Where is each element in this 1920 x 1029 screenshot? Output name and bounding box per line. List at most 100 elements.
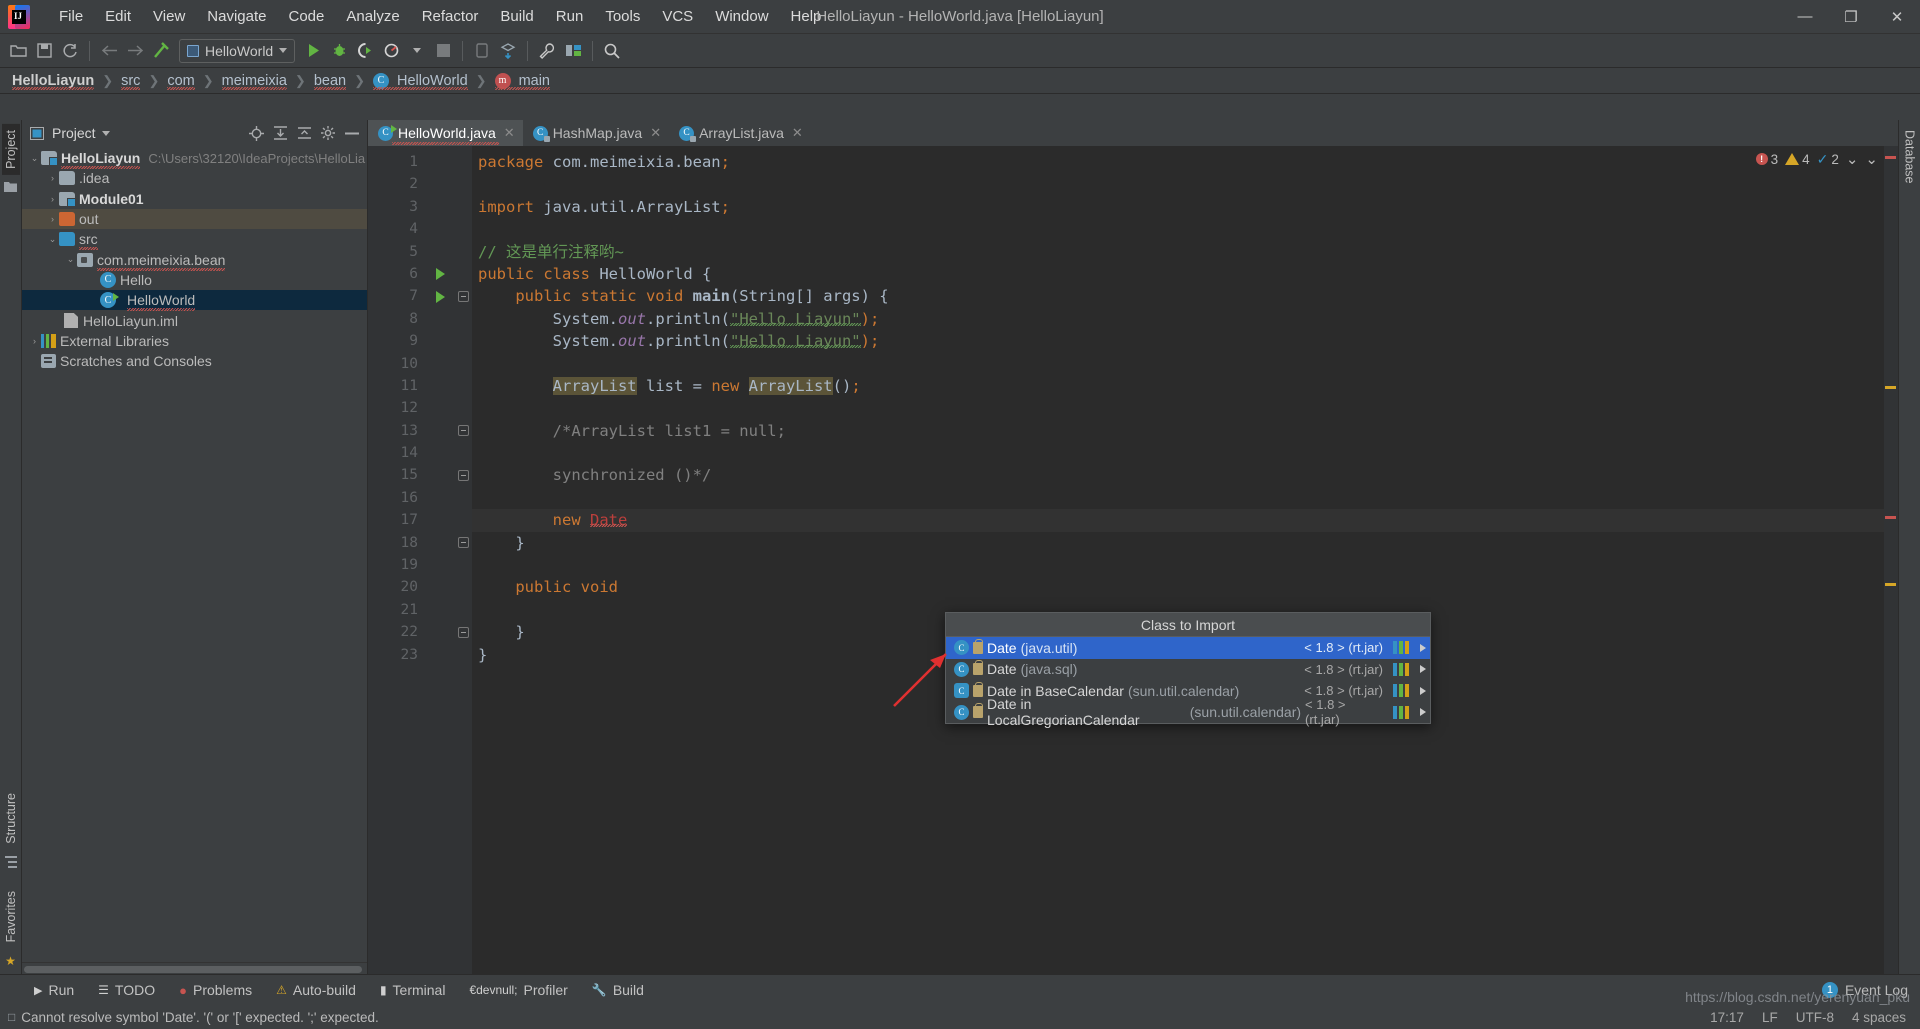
menu-file[interactable]: File — [48, 4, 94, 29]
editor-tab-arraylist[interactable]: C ArrayList.java ✕ — [669, 120, 811, 146]
profiler-icon[interactable] — [379, 39, 403, 63]
popup-row-date-localgregoriancalendar[interactable]: C Date in LocalGregorianCalendar (sun.ut… — [946, 696, 1430, 728]
stripe-mark-error[interactable] — [1885, 516, 1896, 519]
menu-analyze[interactable]: Analyze — [335, 4, 410, 29]
run-method-icon[interactable] — [435, 290, 445, 303]
menu-window[interactable]: Window — [704, 4, 779, 29]
bottom-tab-todo[interactable]: ☰ TODO — [86, 978, 167, 1002]
line-separator[interactable]: LF — [1762, 1010, 1778, 1025]
back-arrow-icon[interactable] — [97, 39, 121, 63]
warning-count-group[interactable]: 4 — [1785, 152, 1810, 167]
hide-panel-icon[interactable] — [343, 124, 361, 142]
bottom-tab-profiler[interactable]: €devnull; Profiler — [457, 978, 579, 1002]
tree-item-package[interactable]: ⌄ com.meimeixia.bean — [22, 249, 367, 271]
chevron-right-icon[interactable]: › — [46, 173, 59, 183]
search-everywhere-icon[interactable] — [600, 39, 624, 63]
close-icon[interactable]: ✕ — [504, 125, 515, 141]
code-editor[interactable]: 1 2 3 4 5 6 7 8 9 10 11 12 13 14 15 16 1 — [368, 146, 1898, 974]
chevron-right-icon[interactable]: › — [46, 194, 59, 204]
stop-icon[interactable] — [431, 39, 455, 63]
tool-tab-project[interactable]: Project — [1, 124, 20, 175]
tree-item-scratches[interactable]: Scratches and Consoles — [22, 351, 367, 371]
weak-warning-count-group[interactable]: ✓ 2 — [1817, 151, 1839, 168]
stripe-mark-warning[interactable] — [1885, 386, 1896, 389]
close-button[interactable]: ✕ — [1874, 0, 1920, 34]
fold-collapse-icon[interactable] — [457, 537, 469, 549]
run-class-icon[interactable] — [435, 268, 445, 281]
tool-tab-database[interactable]: Database — [1901, 124, 1919, 190]
tree-item-iml[interactable]: HelloLiayun.iml — [22, 310, 367, 330]
project-tree[interactable]: ⌄ HelloLiayun C:\Users\32120\IdeaProject… — [22, 146, 367, 962]
fold-collapse-icon[interactable] — [457, 470, 469, 482]
file-encoding[interactable]: UTF-8 — [1796, 1010, 1834, 1025]
chevron-down-icon[interactable]: ⌄ — [46, 234, 59, 245]
chevron-right-icon[interactable] — [1420, 686, 1426, 695]
save-icon[interactable] — [32, 39, 56, 63]
chevron-down-icon[interactable]: ⌄ — [28, 153, 41, 164]
stripe-mark-warning[interactable] — [1885, 156, 1896, 159]
tool-tab-favorites[interactable]: Favorites — [2, 885, 20, 948]
bottom-tab-auto-build[interactable]: ⚠ Auto-build — [264, 978, 368, 1002]
class-to-import-popup[interactable]: Class to Import C Date (java.util) < 1.8… — [945, 612, 1431, 728]
minimize-button[interactable]: — — [1782, 0, 1828, 34]
menu-tools[interactable]: Tools — [594, 4, 651, 29]
locate-target-icon[interactable] — [247, 124, 265, 142]
error-count-group[interactable]: ! 3 — [1755, 152, 1778, 167]
gear-icon[interactable] — [319, 124, 337, 142]
project-files-icon[interactable] — [4, 181, 17, 195]
tree-item-hello[interactable]: C Hello — [22, 270, 367, 290]
menu-run[interactable]: Run — [545, 4, 595, 29]
stripe-mark-warning[interactable] — [1885, 583, 1896, 586]
menu-edit[interactable]: Edit — [94, 4, 142, 29]
chevron-right-icon[interactable] — [1420, 708, 1426, 717]
menu-help[interactable]: Help — [780, 4, 833, 29]
run-configuration-selector[interactable]: HelloWorld — [179, 38, 296, 63]
scrollbar-thumb[interactable] — [24, 966, 362, 973]
chevron-down-icon[interactable]: ⌄ — [64, 254, 77, 265]
profiler-dropdown-icon[interactable] — [405, 39, 429, 63]
editor-tab-helloworld[interactable]: C HelloWorld.java ✕ — [368, 120, 523, 146]
breadcrumb-item-com[interactable]: com — [163, 72, 198, 90]
expand-all-icon[interactable] — [271, 124, 289, 142]
sdk-manager-icon[interactable] — [496, 39, 520, 63]
fold-collapse-icon[interactable] — [457, 425, 469, 437]
bottom-tab-problems[interactable]: ● Problems — [167, 978, 264, 1002]
run-icon[interactable] — [301, 39, 325, 63]
breadcrumb-item-meimeixia[interactable]: meimeixia — [218, 72, 291, 90]
tree-item-idea[interactable]: › .idea — [22, 168, 367, 188]
menu-build[interactable]: Build — [489, 4, 544, 29]
collapse-all-icon[interactable] — [295, 124, 313, 142]
debug-icon[interactable] — [327, 39, 351, 63]
device-manager-icon[interactable] — [470, 39, 494, 63]
breadcrumb-item-project[interactable]: HelloLiayun — [8, 72, 98, 90]
gutter-marks[interactable] — [426, 146, 454, 974]
caret-position[interactable]: 17:17 — [1710, 1010, 1744, 1025]
chevron-right-icon[interactable] — [1420, 643, 1426, 652]
chevron-down-icon[interactable] — [101, 130, 110, 136]
structure-icon[interactable] — [4, 855, 17, 871]
popup-row-date-javasql[interactable]: C Date (java.sql) < 1.8 > (rt.jar) — [946, 659, 1430, 681]
close-icon[interactable]: ✕ — [792, 125, 803, 141]
fold-collapse-icon[interactable] — [457, 291, 469, 303]
breadcrumb-item-method[interactable]: m main — [491, 72, 554, 90]
fold-collapse-icon[interactable] — [457, 626, 469, 638]
favorites-star-icon[interactable]: ★ — [5, 954, 16, 968]
chevron-down-icon[interactable]: ⌄ — [1846, 150, 1859, 168]
project-horizontal-scrollbar[interactable] — [22, 962, 367, 974]
build-hammer-icon[interactable] — [149, 39, 173, 63]
inspection-widget[interactable]: ! 3 4 ✓ 2 ⌄ ⌄ — [1755, 150, 1878, 168]
menu-refactor[interactable]: Refactor — [411, 4, 490, 29]
sync-icon[interactable] — [58, 39, 82, 63]
open-folder-icon[interactable] — [6, 39, 30, 63]
tree-item-helloliayun[interactable]: ⌄ HelloLiayun C:\Users\32120\IdeaProject… — [22, 148, 367, 170]
maximize-button[interactable]: ❐ — [1828, 0, 1874, 34]
tree-item-external-libraries[interactable]: › External Libraries — [22, 331, 367, 351]
indent-setting[interactable]: 4 spaces — [1852, 1010, 1906, 1025]
menu-view[interactable]: View — [142, 4, 196, 29]
chevron-right-icon[interactable]: › — [28, 336, 41, 346]
breadcrumb-item-src[interactable]: src — [117, 72, 144, 90]
menu-navigate[interactable]: Navigate — [196, 4, 277, 29]
project-structure-icon[interactable] — [561, 39, 585, 63]
tree-item-helloworld[interactable]: C HelloWorld — [22, 290, 367, 312]
tree-item-out[interactable]: › out — [22, 208, 367, 230]
